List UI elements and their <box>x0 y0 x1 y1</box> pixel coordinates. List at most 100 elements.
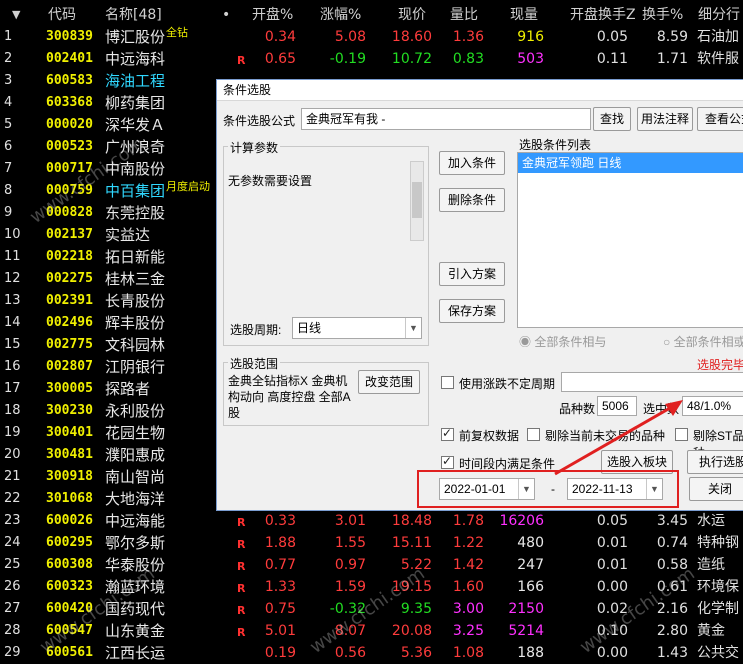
cell-industry: 特种钢 <box>697 535 739 551</box>
no-params-text: 无参数需要设置 <box>228 174 313 188</box>
usage-button[interactable]: 用法注释 <box>637 107 693 131</box>
delete-condition-button[interactable]: 删除条件 <box>439 188 505 212</box>
stock-code: 300918 <box>46 469 93 484</box>
table-row[interactable]: 24 600295 鄂尔多斯 R 1.88 1.55 15.11 1.22 480 0.01 0.7… <box>0 532 743 554</box>
stock-code: 002496 <box>46 315 93 330</box>
header-vol-ratio[interactable]: 量比 <box>450 4 478 26</box>
stock-code: 300839 <box>46 29 93 44</box>
row-index: 12 <box>4 271 21 286</box>
cell-v4: 1.22 <box>452 535 484 551</box>
timeframe-checkbox[interactable] <box>441 454 454 469</box>
row-index: 6 <box>4 139 13 154</box>
params-scrollbar[interactable] <box>410 161 424 241</box>
stock-name: 文科园林 <box>105 336 166 354</box>
stock-code: 301068 <box>46 491 93 506</box>
header-open-pct[interactable]: 开盘% <box>252 4 293 26</box>
find-button[interactable]: 查找 <box>593 107 631 131</box>
stock-code: 300005 <box>46 381 93 396</box>
chevron-down-icon[interactable]: ▼ <box>405 318 421 338</box>
limit-period-field[interactable] <box>561 372 743 392</box>
table-row[interactable]: 25 600308 华泰股份 R 0.77 0.97 5.22 1.42 247 0.01 0.58… <box>0 554 743 576</box>
calc-params-group: 计算参数 无参数需要设置 选股周期: 日线 ▼ <box>223 139 429 346</box>
row-index: 2 <box>4 51 13 66</box>
row-index: 14 <box>4 315 21 330</box>
stock-name: 永利股份 <box>105 402 166 420</box>
stock-code: 600308 <box>46 557 93 572</box>
condition-list[interactable]: 金典冠军领跑 日线 <box>517 152 743 328</box>
add-condition-button[interactable]: 加入条件 <box>439 151 505 175</box>
row-index: 1 <box>4 29 13 44</box>
use-limit-checkbox[interactable] <box>441 376 454 389</box>
cell-v4: 3.25 <box>452 623 484 639</box>
stock-name: 长青股份 <box>105 292 166 310</box>
stock-tag: 全钻 <box>166 26 188 39</box>
condition-select-dialog: 条件选股 条件选股公式 金典冠军有我 - 查找 用法注释 查看公式 计算参数 无… <box>216 79 743 511</box>
stock-name: 深华发Ａ <box>105 116 166 134</box>
change-range-button[interactable]: 改变范围 <box>358 370 420 394</box>
cell-v5: 916 <box>517 29 544 45</box>
stock-code: 000020 <box>46 117 93 132</box>
margin-flag: R <box>237 626 246 639</box>
margin-flag: R <box>237 516 246 529</box>
cell-v4: 1.78 <box>452 513 484 529</box>
stock-name: 濮阳惠成 <box>105 446 166 464</box>
header-change-pct[interactable]: 涨幅% <box>320 4 361 26</box>
cell-open-turnover: 0.05 <box>596 513 628 529</box>
stock-name: 江西长运 <box>105 644 166 662</box>
row-index: 22 <box>4 491 21 506</box>
cell-v5: 503 <box>517 51 544 67</box>
header-open-turnover[interactable]: 开盘换手Z <box>570 4 636 26</box>
cell-industry: 造纸 <box>697 557 725 573</box>
save-plan-button[interactable]: 保存方案 <box>439 299 505 323</box>
radio-and[interactable]: ◉ 全部条件相与 <box>519 333 606 350</box>
table-row[interactable]: 29 600561 江西长运 0.19 0.56 5.36 1.08 188 0.00 1.43 公… <box>0 642 743 664</box>
header-price[interactable]: 现价 <box>398 4 426 26</box>
exclude-untraded-checkbox[interactable] <box>527 428 540 441</box>
calc-params-label: 计算参数 <box>228 139 281 156</box>
table-row[interactable]: 23 600026 中远海能 R 0.33 3.01 18.48 1.78 16206 0.05 3… <box>0 510 743 532</box>
cell-v3: 10.72 <box>391 51 432 67</box>
table-row[interactable]: 1 300839 博汇股份 全钻 0.34 5.08 18.60 1.36 916 0.05 8.5… <box>0 26 743 48</box>
header-turnover[interactable]: 换手% <box>642 4 683 26</box>
cell-v5: 247 <box>517 557 544 573</box>
cell-v2: 1.59 <box>334 579 366 595</box>
row-index: 8 <box>4 183 13 198</box>
period-select[interactable]: 日线 ▼ <box>292 317 422 339</box>
cell-industry: 环境保 <box>697 579 739 595</box>
header-name[interactable]: 名称[48] <box>105 4 162 26</box>
header-cur-vol[interactable]: 现量 <box>510 4 538 26</box>
sort-desc-icon[interactable]: ▼ <box>12 4 20 26</box>
cell-v2: 1.55 <box>334 535 366 551</box>
condition-list-item[interactable]: 金典冠军领跑 日线 <box>518 153 743 173</box>
row-index: 7 <box>4 161 13 176</box>
row-index: 29 <box>4 645 21 660</box>
radio-and-label: 全部条件相与 <box>534 335 607 349</box>
row-index: 24 <box>4 535 21 550</box>
stock-name: 博汇股份 <box>105 28 166 46</box>
close-button[interactable]: 关闭 <box>689 477 743 501</box>
execute-button[interactable]: 执行选股 <box>687 450 743 474</box>
header-code[interactable]: 代码 <box>48 4 76 26</box>
dialog-title: 条件选股 <box>217 80 743 101</box>
table-row[interactable]: 2 002401 中远海科 R 0.65 -0.19 10.72 0.83 503 0.11 1.7… <box>0 48 743 70</box>
header-industry[interactable]: 细分行 <box>698 4 740 26</box>
formula-select[interactable]: 金典冠军有我 - <box>301 108 591 130</box>
radio-or[interactable]: ○ 全部条件相或 <box>663 333 743 350</box>
fq-checkbox[interactable] <box>441 426 454 441</box>
stock-code: 002807 <box>46 359 93 374</box>
row-index: 20 <box>4 447 21 462</box>
stock-name: 辉丰股份 <box>105 314 166 332</box>
stock-code: 300401 <box>46 425 93 440</box>
cell-v1: 0.33 <box>264 513 296 529</box>
view-formula-button[interactable]: 查看公式 <box>697 107 743 131</box>
stock-name: 大地海洋 <box>105 490 166 508</box>
period-label: 选股周期: <box>230 323 282 337</box>
cell-turnover: 8.59 <box>656 29 688 45</box>
cell-v4: 1.42 <box>452 557 484 573</box>
cell-v3: 18.60 <box>391 29 432 45</box>
range-label: 选股范围 <box>228 355 281 372</box>
row-index: 19 <box>4 425 21 440</box>
stock-code: 600323 <box>46 579 93 594</box>
import-plan-button[interactable]: 引入方案 <box>439 262 505 286</box>
stock-code: 002775 <box>46 337 93 352</box>
